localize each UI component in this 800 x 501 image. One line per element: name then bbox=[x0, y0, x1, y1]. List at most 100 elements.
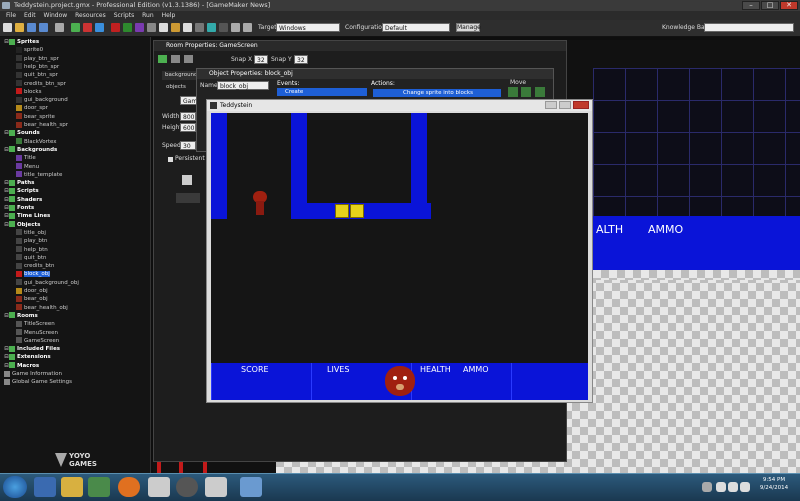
media-player-icon[interactable] bbox=[88, 477, 110, 497]
tree-folder[interactable]: ⊟ Time Lines bbox=[4, 212, 50, 220]
menu-file[interactable]: File bbox=[6, 12, 16, 19]
tree-item[interactable]: title_template bbox=[16, 171, 62, 179]
tree-folder[interactable]: ⊟ Fonts bbox=[4, 204, 34, 212]
tree-item[interactable]: help_btn_spr bbox=[16, 63, 59, 71]
maximize-button[interactable]: □ bbox=[761, 1, 779, 10]
tree-item[interactable]: gui_background_obj bbox=[16, 279, 79, 287]
gamemaker-taskbar-icon[interactable] bbox=[148, 477, 170, 497]
menu-run[interactable]: Run bbox=[142, 12, 154, 19]
menu-edit[interactable]: Edit bbox=[24, 12, 36, 19]
tree-item[interactable]: quit_btn bbox=[16, 254, 47, 262]
room-info-button[interactable] bbox=[176, 193, 200, 203]
tray-flag-icon[interactable] bbox=[716, 482, 726, 492]
object-name-field[interactable]: block_obj bbox=[217, 81, 269, 90]
move-free-icon[interactable] bbox=[521, 87, 531, 97]
game-minimize-button[interactable] bbox=[545, 101, 557, 109]
tree-item[interactable]: block_obj bbox=[16, 270, 50, 278]
add-shader-icon[interactable] bbox=[171, 23, 180, 32]
start-button[interactable] bbox=[3, 476, 27, 498]
menu-scripts[interactable]: Scripts bbox=[114, 12, 135, 19]
creation-code-icon[interactable] bbox=[182, 175, 192, 185]
tree-item[interactable]: Global Game Settings bbox=[4, 378, 72, 386]
tree-item[interactable]: play_btn_spr bbox=[16, 55, 59, 63]
add-sound-icon[interactable] bbox=[123, 23, 132, 32]
explorer-icon[interactable] bbox=[61, 477, 83, 497]
tree-folder[interactable]: ⊟ Macros bbox=[4, 362, 39, 370]
tree-item[interactable]: bear_health_obj bbox=[16, 304, 68, 312]
tree-item[interactable]: Game Information bbox=[4, 370, 62, 378]
tree-folder[interactable]: ⊟ Paths bbox=[4, 179, 34, 187]
tree-item[interactable]: help_btn bbox=[16, 246, 48, 254]
tree-folder[interactable]: ⊟ Included Files bbox=[4, 345, 60, 353]
tree-item[interactable]: GameScreen bbox=[16, 337, 59, 345]
tab-objects[interactable]: objects bbox=[166, 83, 196, 92]
snap-y-field[interactable]: 32 bbox=[294, 55, 308, 64]
tree-item[interactable]: TitleScreen bbox=[16, 320, 55, 328]
debug-icon[interactable] bbox=[83, 23, 92, 32]
tree-item[interactable]: play_btn bbox=[16, 237, 48, 245]
open-project-icon[interactable] bbox=[15, 23, 24, 32]
game-canvas[interactable]: SCORE LIVES HEALTH AMMO bbox=[211, 113, 588, 400]
move-tab-label[interactable]: Move bbox=[510, 78, 526, 87]
run-icon[interactable] bbox=[71, 23, 80, 32]
knowledge-base-search[interactable] bbox=[704, 23, 794, 32]
tree-item[interactable]: credits_btn_spr bbox=[16, 80, 66, 88]
firefox-icon[interactable] bbox=[118, 477, 140, 497]
tree-item[interactable]: door_spr bbox=[16, 104, 48, 112]
tree-item[interactable]: bear_sprite bbox=[16, 113, 55, 121]
add-room-icon[interactable] bbox=[219, 23, 228, 32]
unity-icon[interactable] bbox=[176, 477, 198, 497]
tree-folder[interactable]: ⊟ Sprites bbox=[4, 38, 39, 46]
tray-volume-icon[interactable] bbox=[740, 482, 750, 492]
game-close-button[interactable] bbox=[573, 101, 589, 109]
tree-folder[interactable]: ⊟ Sounds bbox=[4, 129, 40, 137]
add-timeline-icon[interactable] bbox=[195, 23, 204, 32]
move-towards-icon[interactable] bbox=[535, 87, 545, 97]
action-change-sprite[interactable]: Change sprite into blocks bbox=[373, 89, 501, 97]
system-clock[interactable]: 9:54 PM 9/24/2014 bbox=[752, 476, 796, 492]
configuration-select[interactable]: Default bbox=[382, 23, 450, 32]
add-sprite-icon[interactable] bbox=[111, 23, 120, 32]
tree-item[interactable]: bear_health_spr bbox=[16, 121, 68, 129]
add-path-icon[interactable] bbox=[147, 23, 156, 32]
add-object-icon[interactable] bbox=[207, 23, 216, 32]
tree-item[interactable]: MenuScreen bbox=[16, 329, 58, 337]
menu-help[interactable]: Help bbox=[162, 12, 176, 19]
gamemaker-taskbar-icon-2[interactable] bbox=[205, 477, 227, 497]
width-field[interactable]: 800 bbox=[180, 112, 196, 121]
save-icon[interactable] bbox=[27, 23, 36, 32]
tree-item[interactable]: Menu bbox=[16, 163, 39, 171]
menu-window[interactable]: Window bbox=[44, 12, 68, 19]
settings-icon[interactable] bbox=[243, 23, 252, 32]
close-button[interactable]: ✕ bbox=[780, 1, 798, 10]
persistent-checkbox[interactable] bbox=[168, 157, 173, 162]
tree-folder[interactable]: ⊟ Scripts bbox=[4, 187, 39, 195]
ie-icon[interactable] bbox=[34, 477, 56, 497]
tree-item[interactable]: door_obj bbox=[16, 287, 48, 295]
tree-item[interactable]: blocks bbox=[16, 88, 41, 96]
app-taskbar-icon[interactable] bbox=[240, 477, 262, 497]
room-undo-icon[interactable] bbox=[171, 55, 180, 63]
move-fixed-icon[interactable] bbox=[508, 87, 518, 97]
add-background-icon[interactable] bbox=[135, 23, 144, 32]
menu-resources[interactable]: Resources bbox=[75, 12, 106, 19]
add-font-icon[interactable] bbox=[183, 23, 192, 32]
tree-folder[interactable]: ⊟ Shaders bbox=[4, 196, 42, 204]
minimize-button[interactable]: – bbox=[742, 1, 760, 10]
tree-item[interactable]: Title bbox=[16, 154, 36, 162]
tree-folder[interactable]: ⊟ Extensions bbox=[4, 353, 51, 361]
room-clear-icon[interactable] bbox=[184, 55, 193, 63]
tray-network-icon[interactable] bbox=[728, 482, 738, 492]
speed-field[interactable]: 30 bbox=[180, 141, 196, 150]
tree-item[interactable]: quit_btn_spr bbox=[16, 71, 58, 79]
tree-folder[interactable]: ⊟ Rooms bbox=[4, 312, 38, 320]
tree-item[interactable]: bear_obj bbox=[16, 295, 48, 303]
tree-item[interactable]: sprite0 bbox=[16, 46, 43, 54]
height-field[interactable]: 600 bbox=[180, 123, 196, 132]
snap-x-field[interactable]: 32 bbox=[254, 55, 268, 64]
tree-folder[interactable]: ⊟ Objects bbox=[4, 221, 40, 229]
tree-item[interactable]: gui_background bbox=[16, 96, 68, 104]
clean-icon[interactable] bbox=[95, 23, 104, 32]
create-executable-icon[interactable] bbox=[55, 23, 64, 32]
new-project-icon[interactable] bbox=[3, 23, 12, 32]
